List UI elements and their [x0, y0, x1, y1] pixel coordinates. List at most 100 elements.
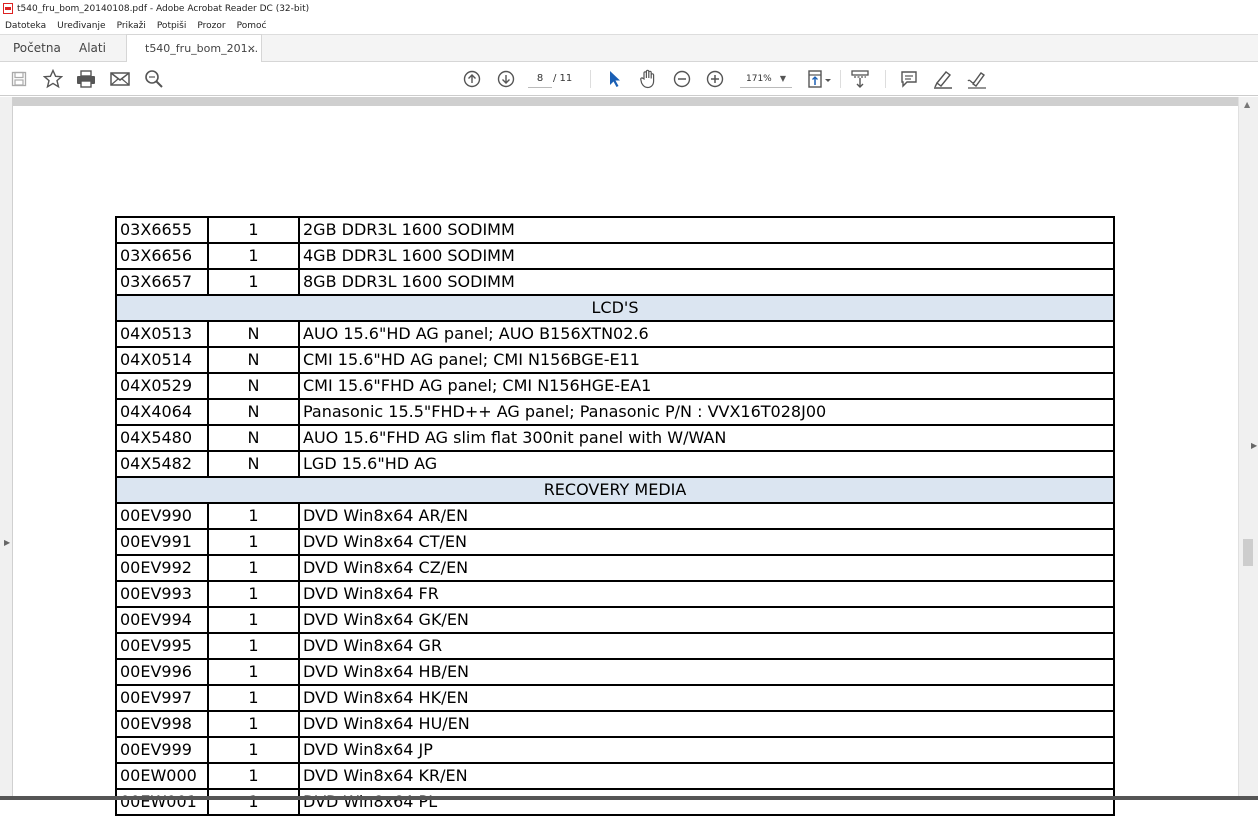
table-row: 00EV994 1 DVD Win8x64 GK/EN: [115, 606, 1115, 634]
part-number-cell: 04X0514: [115, 346, 209, 374]
table-row: 04X0514 N CMI 15.6"HD AG panel; CMI N156BG…: [115, 346, 1115, 374]
table-section-row: RECOVERY MEDIA: [115, 476, 1115, 504]
description-cell: DVD Win8x64 GK/EN: [298, 606, 1115, 634]
table-row: 00EV996 1 DVD Win8x64 HB/EN: [115, 658, 1115, 686]
highlight-icon[interactable]: [932, 62, 954, 96]
description-cell: DVD Win8x64 JP: [298, 736, 1115, 764]
description-cell: 4GB DDR3L 1600 SODIMM: [298, 242, 1115, 270]
quantity-cell: 1: [207, 632, 300, 660]
part-number-cell: 04X5482: [115, 450, 209, 478]
print-icon[interactable]: [75, 62, 97, 96]
quantity-cell: 1: [207, 762, 300, 790]
toolbar-divider: [885, 70, 886, 88]
left-panel-toggle[interactable]: ▶: [0, 97, 13, 800]
menu-item-view[interactable]: Prikaži: [117, 21, 146, 31]
part-number-cell: 00EV992: [115, 554, 209, 582]
description-cell: CMI 15.6"HD AG panel; CMI N156BGE-E11: [298, 346, 1115, 374]
page-total: / 11: [553, 73, 573, 84]
zoom-level-select[interactable]: 171% ▼: [740, 70, 792, 88]
table-row: 00EW000 1 DVD Win8x64 KR/EN: [115, 762, 1115, 790]
document-viewer[interactable]: ▶ 03X6655 1 2GB DDR3L 1600 SODIMM 03X6656 1 4…: [0, 97, 1258, 816]
search-zoom-icon[interactable]: [143, 62, 165, 96]
quantity-cell: N: [207, 450, 300, 478]
part-number-cell: 04X0513: [115, 320, 209, 348]
part-number-cell: 03X6655: [115, 216, 209, 244]
description-cell: DVD Win8x64 KR/EN: [298, 762, 1115, 790]
window-title: t540_fru_bom_20140108.pdf - Adobe Acroba…: [17, 3, 310, 14]
tab-tools[interactable]: Alati: [79, 35, 106, 62]
quantity-cell: 1: [207, 528, 300, 556]
menu-item-edit[interactable]: Uređivanje: [57, 21, 105, 31]
table-row: 00EV990 1 DVD Win8x64 AR/EN: [115, 502, 1115, 530]
part-number-cell: 00EV998: [115, 710, 209, 738]
close-icon[interactable]: ×: [247, 35, 256, 62]
table-row: 00EV992 1 DVD Win8x64 CZ/EN: [115, 554, 1115, 582]
zoom-in-icon[interactable]: [704, 62, 726, 96]
menu-item-sign[interactable]: Potpiši: [157, 21, 187, 31]
hand-icon[interactable]: [637, 62, 659, 96]
part-number-cell: 00EV999: [115, 736, 209, 764]
comment-icon[interactable]: [898, 62, 920, 96]
table-row: 00EV993 1 DVD Win8x64 FR: [115, 580, 1115, 608]
quantity-cell: N: [207, 320, 300, 348]
tab-home[interactable]: Početna: [13, 35, 61, 62]
parts-table: 03X6655 1 2GB DDR3L 1600 SODIMM 03X6656 1 4GB…: [115, 216, 1115, 816]
chevron-right-icon[interactable]: ▶: [1251, 441, 1257, 450]
page-number-input[interactable]: 8: [528, 70, 552, 88]
part-number-cell: 03X6657: [115, 268, 209, 296]
quantity-cell: N: [207, 398, 300, 426]
window-bottom-edge: [0, 796, 1258, 800]
part-number-cell: 03X6656: [115, 242, 209, 270]
description-cell: DVD Win8x64 GR: [298, 632, 1115, 660]
table-row: 00EV995 1 DVD Win8x64 GR: [115, 632, 1115, 660]
table-row: 04X4064 N Panasonic 15.5"FHD++ AG panel; P…: [115, 398, 1115, 426]
table-row: 04X0529 N CMI 15.6"FHD AG panel; CMI N156H…: [115, 372, 1115, 400]
quantity-cell: 1: [207, 710, 300, 738]
select-cursor-icon[interactable]: [604, 62, 626, 96]
part-number-cell: 00EW000: [115, 762, 209, 790]
section-header: LCD'S: [115, 294, 1115, 322]
quantity-cell: 1: [207, 242, 300, 270]
tab-bar: Početna Alati t540_fru_bom_201... ×: [0, 34, 1258, 63]
toolbar-divider: [840, 70, 841, 88]
vertical-scrollbar[interactable]: ▲ ▶: [1238, 97, 1258, 800]
zoom-out-icon[interactable]: [671, 62, 693, 96]
quantity-cell: N: [207, 424, 300, 452]
description-cell: DVD Win8x64 HK/EN: [298, 684, 1115, 712]
description-cell: AUO 15.6"HD AG panel; AUO B156XTN02.6: [298, 320, 1115, 348]
menu-item-window[interactable]: Prozor: [197, 21, 225, 31]
section-header: RECOVERY MEDIA: [115, 476, 1115, 504]
description-cell: DVD Win8x64 HB/EN: [298, 658, 1115, 686]
table-row: 00EW001 1 DVD Win8x64 PL: [115, 788, 1115, 816]
part-number-cell: 00EV997: [115, 684, 209, 712]
sign-icon[interactable]: [966, 62, 988, 96]
part-number-cell: 00EV996: [115, 658, 209, 686]
toolbar: 8 / 11 171% ▼: [0, 62, 1258, 96]
page-up-icon[interactable]: [461, 62, 483, 96]
bookmark-star-icon[interactable]: [42, 62, 64, 96]
chevron-right-icon[interactable]: ▶: [4, 538, 10, 547]
quantity-cell: 1: [207, 788, 300, 816]
email-icon[interactable]: [109, 62, 131, 96]
save-icon[interactable]: [9, 62, 29, 96]
scroll-mode-icon[interactable]: [848, 62, 872, 96]
scroll-up-icon[interactable]: ▲: [1244, 100, 1250, 109]
page-down-icon[interactable]: [495, 62, 517, 96]
description-cell: 8GB DDR3L 1600 SODIMM: [298, 268, 1115, 296]
quantity-cell: 1: [207, 658, 300, 686]
quantity-cell: 1: [207, 684, 300, 712]
description-cell: DVD Win8x64 PL: [298, 788, 1115, 816]
part-number-cell: 00EV990: [115, 502, 209, 530]
pdf-page: 03X6655 1 2GB DDR3L 1600 SODIMM 03X6656 1 4GB…: [13, 106, 1238, 816]
tab-document[interactable]: t540_fru_bom_201... ×: [126, 34, 262, 63]
quantity-cell: 1: [207, 216, 300, 244]
fit-page-icon[interactable]: [806, 62, 834, 96]
table-section-row: LCD'S: [115, 294, 1115, 322]
scrollbar-thumb[interactable]: [1243, 539, 1253, 566]
menu-item-file[interactable]: Datoteka: [5, 21, 46, 31]
menu-item-help[interactable]: Pomoć: [237, 21, 267, 31]
quantity-cell: 1: [207, 606, 300, 634]
part-number-cell: 00EV994: [115, 606, 209, 634]
quantity-cell: 1: [207, 554, 300, 582]
description-cell: AUO 15.6"FHD AG slim flat 300nit panel w…: [298, 424, 1115, 452]
